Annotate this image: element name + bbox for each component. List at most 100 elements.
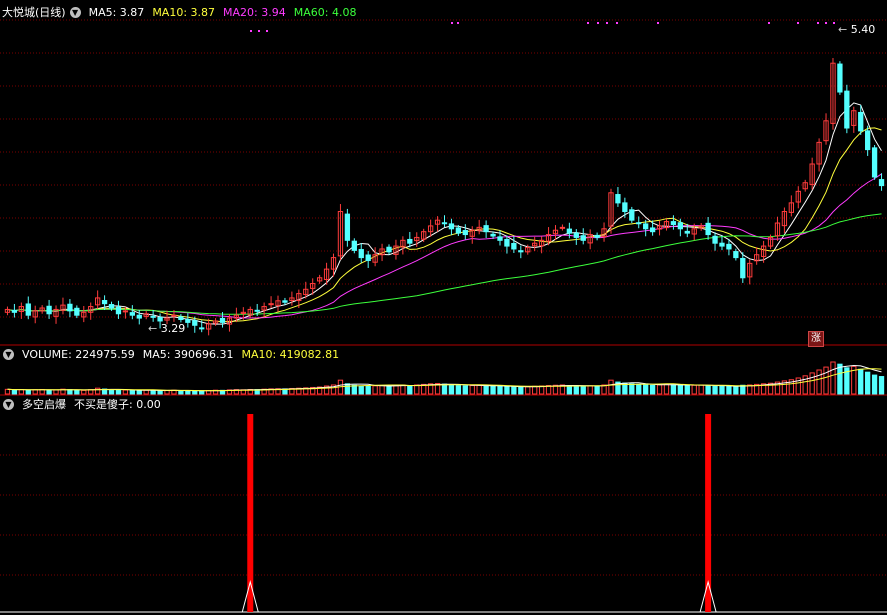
candle-body (441, 222, 448, 225)
volume-bar (441, 383, 448, 395)
volume-bar (192, 390, 198, 395)
chevron-down-icon[interactable]: ▼ (3, 398, 14, 410)
volume-bar (4, 388, 11, 395)
volume-ma10-value: MA10: 419082.81 (241, 347, 340, 361)
volume-bar (74, 389, 80, 395)
high-arrow-icon: ← (838, 23, 848, 36)
volume-bar (684, 385, 690, 395)
candle-body (365, 254, 371, 261)
candle-body (254, 309, 260, 312)
volume-bar (344, 383, 351, 395)
candle-body (122, 310, 129, 313)
candle-body (268, 303, 274, 306)
candle-body (518, 250, 524, 253)
zhang-badge[interactable]: 涨 (808, 331, 824, 347)
volume-bar (358, 385, 364, 395)
ma20-value: MA20: 3.94 (223, 5, 286, 19)
volume-bar (199, 390, 205, 395)
candle-body (871, 147, 878, 178)
volume-bar (497, 385, 503, 395)
volume-bar (414, 384, 420, 395)
candle-body (649, 227, 656, 233)
candle-body (490, 233, 496, 237)
volume-bar (448, 384, 455, 395)
volume-bar (601, 384, 607, 395)
candle-body (462, 230, 468, 236)
volume-bar (18, 389, 24, 395)
volume-bar (483, 385, 489, 395)
volume-bar (733, 386, 739, 395)
candle-body (858, 111, 864, 132)
low-price-label: ← 3.29 (148, 322, 186, 335)
candle-body (497, 236, 503, 241)
volume-bar (656, 384, 663, 395)
candle-body (670, 221, 677, 225)
volume-bar (25, 389, 31, 395)
candle-body (705, 222, 711, 236)
volume-bar (525, 386, 531, 395)
stock-title[interactable]: 大悦城(日线) (2, 4, 66, 20)
volume-bar (677, 384, 684, 395)
volume-value: VOLUME: 224975.59 (22, 347, 135, 361)
volume-bar (400, 384, 406, 395)
volume-bar (587, 385, 593, 395)
ma60-value: MA60: 4.08 (293, 5, 357, 19)
candle-body (448, 223, 455, 230)
volume-bar (386, 385, 392, 395)
volume-bar (490, 385, 496, 395)
volume-bar (178, 390, 184, 395)
chevron-down-icon[interactable]: ▼ (69, 6, 81, 18)
candle-body (615, 194, 621, 204)
ma10-value: MA10: 3.87 (152, 5, 216, 19)
candle-body (199, 327, 205, 330)
volume-bar (108, 389, 115, 395)
candle-body (74, 307, 80, 316)
candle-body (157, 317, 163, 322)
signal-dot (768, 22, 770, 24)
volume-bar (32, 389, 38, 395)
candle-body (386, 246, 392, 253)
signal-dot (657, 22, 659, 24)
candle-body (622, 202, 628, 213)
volume-bar (629, 383, 635, 395)
candle-body (684, 230, 690, 234)
volume-bar (67, 389, 73, 395)
volume-bar (878, 376, 885, 395)
volume-bar (150, 389, 156, 395)
candle-body (643, 223, 649, 230)
volume-bar (705, 385, 711, 395)
volume-bar (379, 385, 385, 395)
ma5-value: MA5: 3.87 (88, 5, 145, 19)
volume-bar (691, 384, 697, 395)
volume-bar (462, 385, 468, 395)
volume-bar (393, 385, 399, 395)
candle-body (740, 257, 746, 279)
volume-bar (11, 389, 18, 395)
volume-bar (726, 385, 732, 395)
candle-body (629, 209, 635, 221)
indicator-title: 多空启爆 (22, 398, 66, 411)
signal-dot (817, 22, 819, 24)
signal-dot (250, 30, 252, 32)
volume-bar (351, 384, 357, 395)
volume-bar (573, 385, 579, 395)
candle-body (837, 63, 843, 93)
chevron-down-icon[interactable]: ▼ (3, 348, 14, 360)
candle-body (573, 232, 579, 238)
volume-bar (185, 390, 191, 395)
signal-dot (825, 22, 827, 24)
candle-body (719, 242, 725, 247)
volume-bar (663, 383, 670, 395)
candle-body (129, 312, 135, 316)
volume-bar (455, 385, 462, 395)
volume-bar (649, 384, 656, 395)
stock-chart (0, 19, 887, 613)
low-arrow-icon: ← (148, 322, 158, 335)
volume-bar (136, 390, 142, 395)
candle-body (733, 251, 739, 259)
candle-body (192, 320, 198, 326)
volume-bar (407, 385, 413, 395)
volume-bar (372, 385, 378, 395)
volume-bar (594, 385, 600, 395)
signal-dot (451, 22, 453, 24)
